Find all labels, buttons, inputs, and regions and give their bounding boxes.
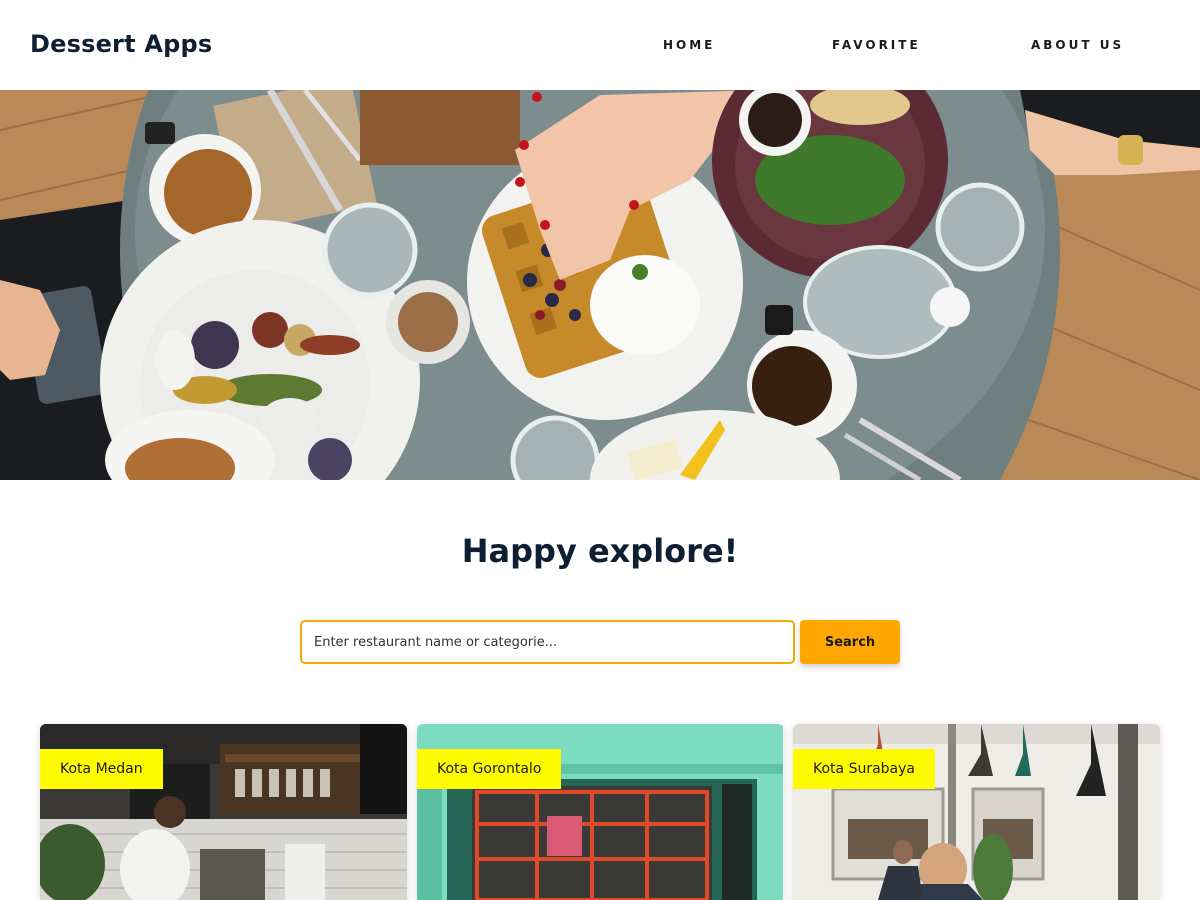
restaurant-card[interactable]: Kota Surabaya xyxy=(793,724,1160,900)
page-title: Happy explore! xyxy=(461,532,739,570)
site-header: Dessert Apps HOME FAVORITE ABOUT US xyxy=(0,0,1200,90)
nav-home[interactable]: HOME xyxy=(663,38,715,52)
hero-image xyxy=(0,90,1200,480)
hero-breakfast-illustration xyxy=(0,90,1200,480)
restaurant-card[interactable]: Kota Gorontalo xyxy=(417,724,784,900)
city-badge: Kota Gorontalo xyxy=(417,749,562,789)
nav-about-us[interactable]: ABOUT US xyxy=(1031,38,1124,52)
city-badge: Kota Surabaya xyxy=(793,749,935,789)
search-input[interactable] xyxy=(300,620,795,664)
search-button[interactable]: Search xyxy=(800,620,900,664)
nav-favorite[interactable]: FAVORITE xyxy=(832,38,921,52)
city-badge: Kota Medan xyxy=(40,749,163,789)
restaurant-card[interactable]: Kota Medan xyxy=(40,724,407,900)
brand-logo[interactable]: Dessert Apps xyxy=(30,30,212,58)
